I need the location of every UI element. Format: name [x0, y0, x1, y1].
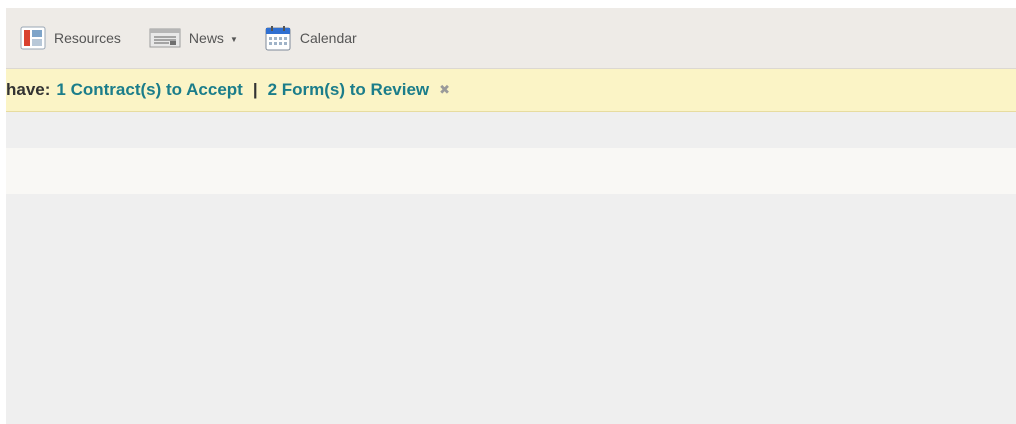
- contracts-to-accept-link[interactable]: 1 Contract(s) to Accept: [56, 80, 242, 100]
- banner-prefix: have:: [6, 80, 51, 99]
- banner-separator: |: [252, 80, 258, 99]
- news-icon: [149, 26, 181, 50]
- filter-bar: [6, 148, 1016, 194]
- notification-banner: have: 1 Contract(s) to Accept | 2 Form(s…: [6, 69, 1016, 112]
- forms-to-review-link[interactable]: 2 Form(s) to Review: [268, 80, 430, 100]
- resources-label: Resources: [54, 30, 121, 46]
- close-icon[interactable]: ✖: [439, 82, 450, 98]
- chevron-down-icon: ▼: [229, 34, 238, 44]
- app-frame: Resources News ▼ Calendar have: 1 Contra…: [6, 8, 1016, 424]
- calendar-nav-item[interactable]: Calendar: [258, 20, 363, 56]
- resources-icon: [20, 25, 46, 51]
- calendar-label: Calendar: [299, 30, 357, 46]
- news-nav-item[interactable]: News ▼: [143, 20, 244, 56]
- news-label: News: [188, 30, 224, 46]
- calendar-icon: [264, 24, 292, 52]
- top-toolbar: Resources News ▼ Calendar: [6, 8, 1016, 69]
- subheader-strip: [6, 112, 1016, 148]
- main-content-area: [6, 194, 1016, 424]
- resources-nav-item[interactable]: Resources: [14, 20, 127, 56]
